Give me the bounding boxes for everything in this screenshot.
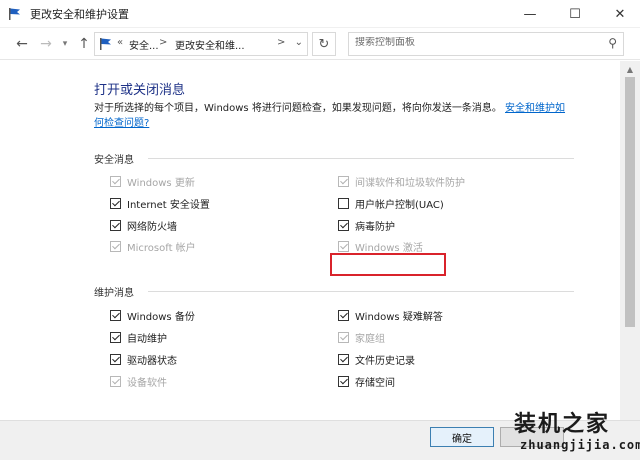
checkbox-drive-status[interactable]: 驱动器状态 <box>110 351 177 367</box>
minimize-button[interactable]: — <box>508 0 552 28</box>
search-input[interactable] <box>355 37 595 48</box>
checkbox-label: 家庭组 <box>355 333 385 345</box>
scroll-up-icon[interactable]: ▲ <box>620 61 640 77</box>
search-icon[interactable]: ⚲ <box>608 36 617 50</box>
checkbox-box[interactable] <box>110 331 121 343</box>
recent-locations-button[interactable]: ▾ <box>58 34 72 54</box>
checkbox-box[interactable] <box>338 197 349 209</box>
checkbox-label: 驱动器状态 <box>127 355 177 367</box>
checkbox-virus-protection[interactable]: 病毒防护 <box>338 217 395 233</box>
checkbox-label: 自动维护 <box>127 333 167 345</box>
page-description: 对于所选择的每个项目，Windows 将进行问题检查，如果发现问题，将向你发送一… <box>94 101 572 131</box>
checkbox-box[interactable] <box>338 375 349 387</box>
checkbox-internet-security[interactable]: Internet 安全设置 <box>110 195 210 211</box>
arrow-up-icon: ↑ <box>78 36 90 52</box>
checkbox-label: 存储空间 <box>355 377 395 389</box>
checkbox-label: 网络防火墙 <box>127 221 177 233</box>
address-bar[interactable]: « 安全... > 更改安全和维... > ⌄ <box>94 32 308 56</box>
checkbox-box[interactable] <box>338 309 349 321</box>
close-button[interactable]: ✕ <box>598 0 640 28</box>
checkbox-box[interactable] <box>338 175 349 187</box>
back-button[interactable]: ← <box>12 34 32 54</box>
breadcrumb-item-change-settings[interactable]: 更改安全和维... <box>175 37 245 52</box>
flag-icon <box>9 8 20 20</box>
checkbox-microsoft-account[interactable]: Microsoft 帐户 <box>110 238 196 254</box>
window-title: 更改安全和维护设置 <box>30 8 129 21</box>
divider <box>148 291 574 292</box>
maximize-icon: ☐ <box>569 6 581 22</box>
main-content: 打开或关闭消息 对于所选择的每个项目，Windows 将进行问题检查，如果发现问… <box>0 61 620 420</box>
flag-icon <box>100 38 111 50</box>
title-bar: 更改安全和维护设置 — ☐ ✕ <box>0 0 640 28</box>
breadcrumb-separator[interactable]: > <box>159 37 167 48</box>
checkbox-label: 间谍软件和垃圾软件防护 <box>355 177 465 189</box>
checkbox-box[interactable] <box>110 353 121 365</box>
vertical-scrollbar[interactable]: ▲ <box>620 61 640 420</box>
checkbox-windows-activation[interactable]: Windows 激活 <box>338 238 423 254</box>
checkbox-label: 用户帐户控制(UAC) <box>355 199 444 211</box>
search-box[interactable]: ⚲ <box>348 32 624 56</box>
checkbox-box[interactable] <box>110 240 121 252</box>
checkbox-label: 病毒防护 <box>355 221 395 233</box>
checkbox-file-history[interactable]: 文件历史记录 <box>338 351 415 367</box>
checkbox-box[interactable] <box>110 197 121 209</box>
breadcrumb-overflow[interactable]: « <box>117 37 123 48</box>
maximize-button[interactable]: ☐ <box>553 0 597 28</box>
minimize-icon: — <box>523 6 537 22</box>
uac-highlight-box <box>330 253 446 276</box>
checkbox-label: 设备软件 <box>127 377 167 389</box>
checkbox-windows-backup[interactable]: Windows 备份 <box>110 307 195 323</box>
chevron-down-icon[interactable]: ⌄ <box>295 37 303 48</box>
checkbox-label: Microsoft 帐户 <box>127 242 196 254</box>
maintenance-group-title: 维护消息 <box>94 288 134 299</box>
refresh-icon: ↻ <box>318 36 330 52</box>
checkbox-windows-troubleshooting[interactable]: Windows 疑难解答 <box>338 307 443 323</box>
checkbox-label: Windows 更新 <box>127 177 195 189</box>
checkbox-automatic-maintenance[interactable]: 自动维护 <box>110 329 167 345</box>
checkbox-label: Internet 安全设置 <box>127 199 210 211</box>
breadcrumb-item-security[interactable]: 安全... <box>129 37 159 52</box>
page-title: 打开或关闭消息 <box>94 83 186 98</box>
checkbox-homegroup[interactable]: 家庭组 <box>338 329 385 345</box>
checkbox-spyware-protection[interactable]: 间谍软件和垃圾软件防护 <box>338 173 465 189</box>
checkbox-box[interactable] <box>338 219 349 231</box>
refresh-button[interactable]: ↻ <box>312 32 336 56</box>
description-text: 对于所选择的每个项目，Windows 将进行问题检查，如果发现问题，将向你发送一… <box>94 103 502 114</box>
arrow-left-icon: ← <box>16 36 28 52</box>
checkbox-box[interactable] <box>110 375 121 387</box>
checkbox-box[interactable] <box>110 309 121 321</box>
checkbox-label: Windows 激活 <box>355 242 423 254</box>
close-icon: ✕ <box>614 6 626 22</box>
ok-button[interactable]: 确定 <box>430 427 494 447</box>
checkbox-box[interactable] <box>110 175 121 187</box>
checkbox-box[interactable] <box>338 353 349 365</box>
chevron-down-icon: ▾ <box>62 39 68 49</box>
security-group-title: 安全消息 <box>94 155 134 166</box>
checkbox-box[interactable] <box>338 331 349 343</box>
checkbox-label: 文件历史记录 <box>355 355 415 367</box>
checkbox-windows-update[interactable]: Windows 更新 <box>110 173 195 189</box>
arrow-right-icon: → <box>40 36 52 52</box>
checkbox-box[interactable] <box>338 240 349 252</box>
checkbox-storage-spaces[interactable]: 存储空间 <box>338 373 395 389</box>
forward-button[interactable]: → <box>36 34 56 54</box>
checkbox-label: Windows 备份 <box>127 311 195 323</box>
up-button[interactable]: ↑ <box>74 34 94 54</box>
checkbox-network-firewall[interactable]: 网络防火墙 <box>110 217 177 233</box>
checkbox-label: Windows 疑难解答 <box>355 311 443 323</box>
checkbox-box[interactable] <box>110 219 121 231</box>
scrollbar-thumb[interactable] <box>625 77 635 327</box>
navigation-bar: ← → ▾ ↑ « 安全... > 更改安全和维... > ⌄ ↻ ⚲ <box>0 28 640 60</box>
divider <box>148 158 574 159</box>
checkbox-device-software[interactable]: 设备软件 <box>110 373 167 389</box>
watermark-text: 装机之家 <box>514 411 611 437</box>
site-watermark: 装机之家 zhuangjijia.com <box>506 392 640 458</box>
watermark-url: zhuangjijia.com <box>520 438 640 452</box>
checkbox-uac[interactable]: 用户帐户控制(UAC) <box>338 195 444 211</box>
breadcrumb-separator[interactable]: > <box>277 37 285 48</box>
